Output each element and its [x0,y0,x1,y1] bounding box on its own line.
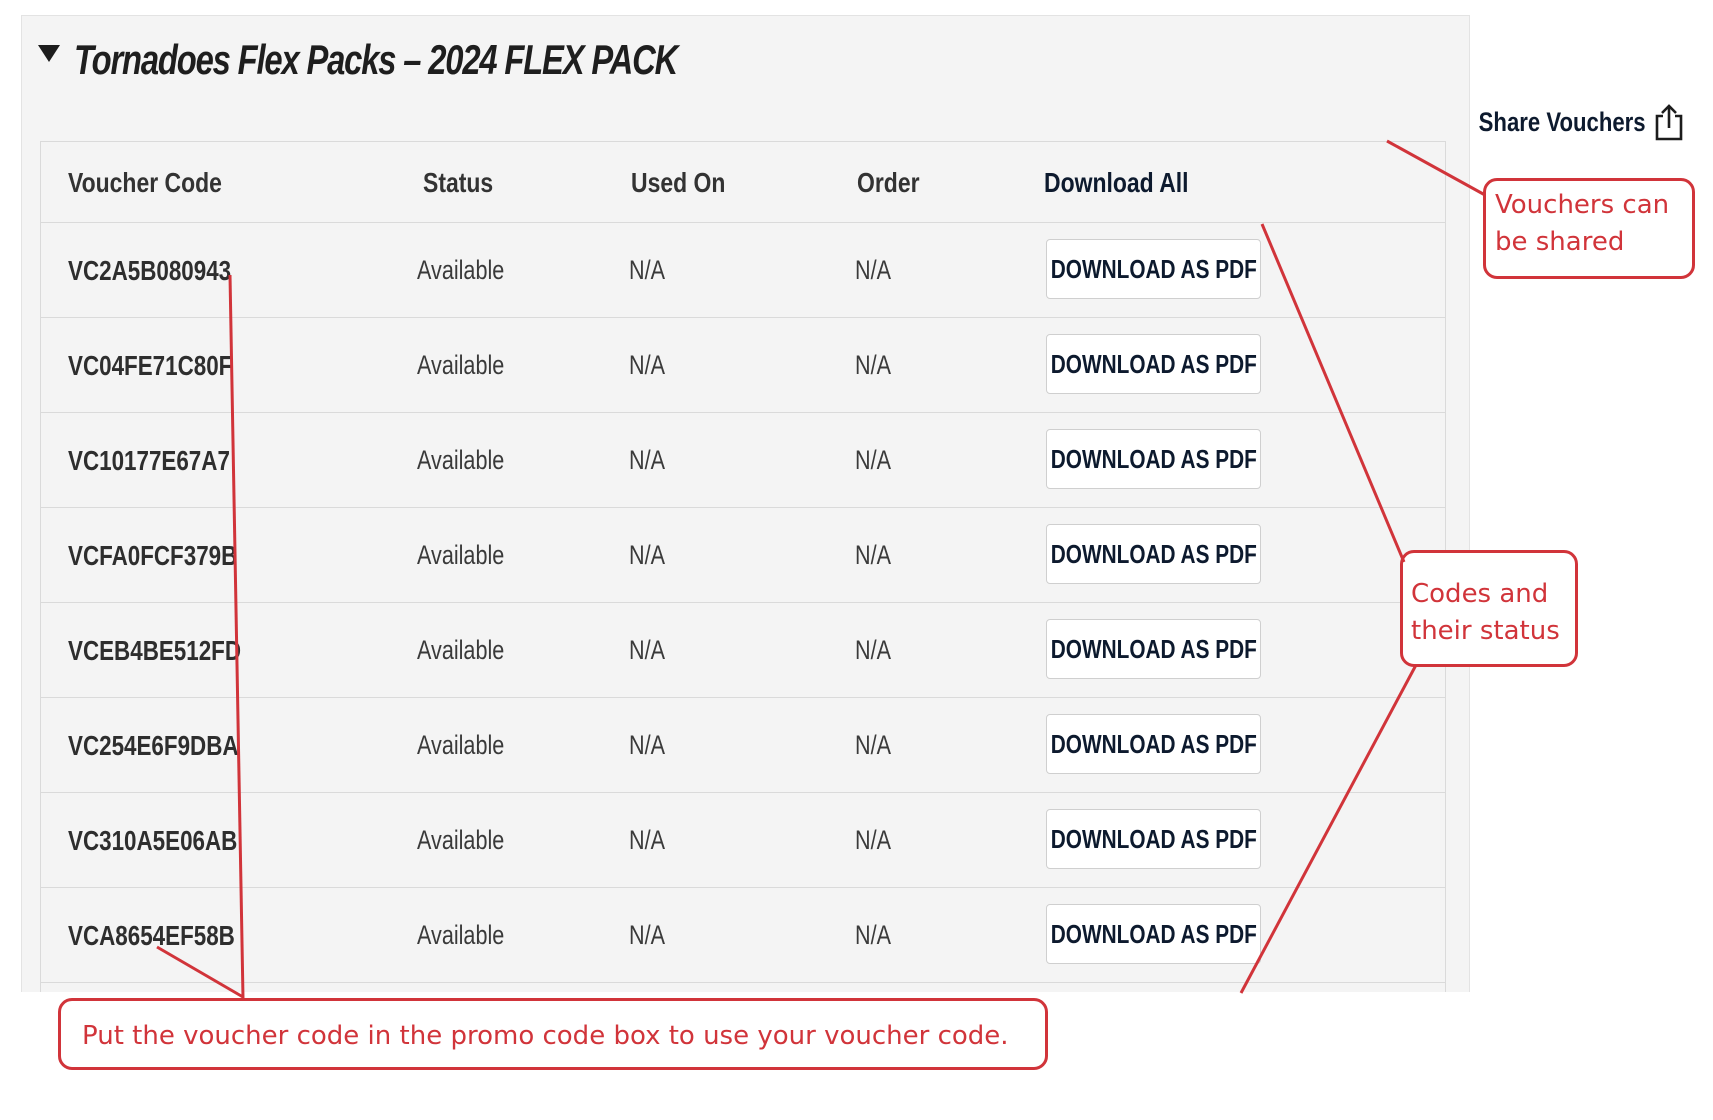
annotation-codes: Codes and their status [1400,550,1578,667]
voucher-used-on: N/A [629,730,666,760]
voucher-status: Available [417,350,505,380]
voucher-code: VC04FE71C80F [68,349,233,381]
voucher-order: N/A [855,255,892,285]
voucher-code: VC254E6F9DBA [68,729,239,761]
voucher-order: N/A [855,445,892,475]
table-row: VCA8654EF58B Available N/A N/A DOWNLOAD AS P… [41,888,1445,983]
voucher-used-on: N/A [629,540,666,570]
voucher-code: VC310A5E06AB [68,824,238,856]
voucher-order: N/A [855,350,892,380]
voucher-order: N/A [855,825,892,855]
annotation-codes-line-1: Codes and [1411,579,1549,609]
download-pdf-label: DOWNLOAD AS PDF [1050,728,1257,759]
voucher-used-on: N/A [629,825,666,855]
download-pdf-button[interactable]: DOWNLOAD AS PDF [1046,809,1261,869]
table-row: VC254E6F9DBA Available N/A N/A DOWNLOAD AS P… [41,698,1445,793]
collapse-triangle-icon[interactable] [38,44,60,62]
voucher-order: N/A [855,540,892,570]
table-row: VCFA0FCF379B Available N/A N/A DOWNLOAD AS P… [41,508,1445,603]
download-pdf-label: DOWNLOAD AS PDF [1050,823,1257,854]
voucher-used-on: N/A [629,920,666,950]
download-pdf-label: DOWNLOAD AS PDF [1050,253,1257,284]
header-used-on: Used On [631,166,726,198]
table-header-row: Voucher Code Status Used On Order Downlo… [41,142,1445,223]
voucher-code: VCEB4BE512FD [68,634,242,666]
annotation-share-line-1: Vouchers can [1495,190,1670,220]
section-header[interactable]: Tornadoes Flex Packs – 2024 FLEX PACK [38,30,847,90]
download-pdf-label: DOWNLOAD AS PDF [1050,443,1257,474]
voucher-status: Available [417,635,505,665]
download-pdf-button[interactable]: DOWNLOAD AS PDF [1046,429,1261,489]
voucher-order: N/A [855,730,892,760]
voucher-status: Available [417,825,505,855]
voucher-code: VC2A5B080943 [68,254,232,286]
annotation-codes-line-2: their status [1411,616,1560,646]
share-vouchers-button[interactable]: Share Vouchers [1442,100,1684,144]
share-vouchers-label: Share Vouchers [1479,106,1646,137]
share-icon [1655,104,1683,141]
voucher-table: Voucher Code Status Used On Order Downlo… [40,141,1446,992]
download-pdf-button[interactable]: DOWNLOAD AS PDF [1046,524,1261,584]
table-row: VC2A5B080943 Available N/A N/A DOWNLOAD AS P… [41,223,1445,318]
voucher-code: VCA8654EF58B [68,919,235,951]
download-pdf-label: DOWNLOAD AS PDF [1050,348,1257,379]
download-pdf-button[interactable]: DOWNLOAD AS PDF [1046,714,1261,774]
annotation-share: Vouchers can be shared [1483,178,1695,279]
voucher-status: Available [417,920,505,950]
header-voucher-code: Voucher Code [68,166,222,198]
voucher-used-on: N/A [629,445,666,475]
voucher-used-on: N/A [629,255,666,285]
table-row: VC04FE71C80F Available N/A N/A DOWNLOAD AS P… [41,318,1445,413]
table-row: VC310A5E06AB Available N/A N/A DOWNLOAD AS P… [41,793,1445,888]
voucher-code: VCFA0FCF379B [68,539,238,571]
download-pdf-button[interactable]: DOWNLOAD AS PDF [1046,239,1261,299]
section-title: Tornadoes Flex Packs – 2024 FLEX PACK [74,36,678,83]
table-row: VC10177E67A7 Available N/A N/A DOWNLOAD AS P… [41,413,1445,508]
header-order: Order [857,166,920,198]
voucher-used-on: N/A [629,635,666,665]
voucher-order: N/A [855,920,892,950]
download-pdf-label: DOWNLOAD AS PDF [1050,918,1257,949]
download-pdf-button[interactable]: DOWNLOAD AS PDF [1046,334,1261,394]
annotation-share-line-2: be shared [1495,227,1625,257]
voucher-status: Available [417,540,505,570]
voucher-order: N/A [855,635,892,665]
voucher-code: VC10177E67A7 [68,444,230,476]
table-row: VCEB4BE512FD Available N/A N/A DOWNLOAD AS P… [41,603,1445,698]
download-pdf-button[interactable]: DOWNLOAD AS PDF [1046,619,1261,679]
download-pdf-label: DOWNLOAD AS PDF [1050,633,1257,664]
download-pdf-button[interactable]: DOWNLOAD AS PDF [1046,904,1261,964]
annotation-promo: Put the voucher code in the promo code b… [58,998,1048,1070]
voucher-status: Available [417,730,505,760]
voucher-status: Available [417,445,505,475]
header-status: Status [423,166,494,198]
voucher-used-on: N/A [629,350,666,380]
download-all-link[interactable]: Download All [1044,142,1189,223]
download-pdf-label: DOWNLOAD AS PDF [1050,538,1257,569]
voucher-status: Available [417,255,505,285]
